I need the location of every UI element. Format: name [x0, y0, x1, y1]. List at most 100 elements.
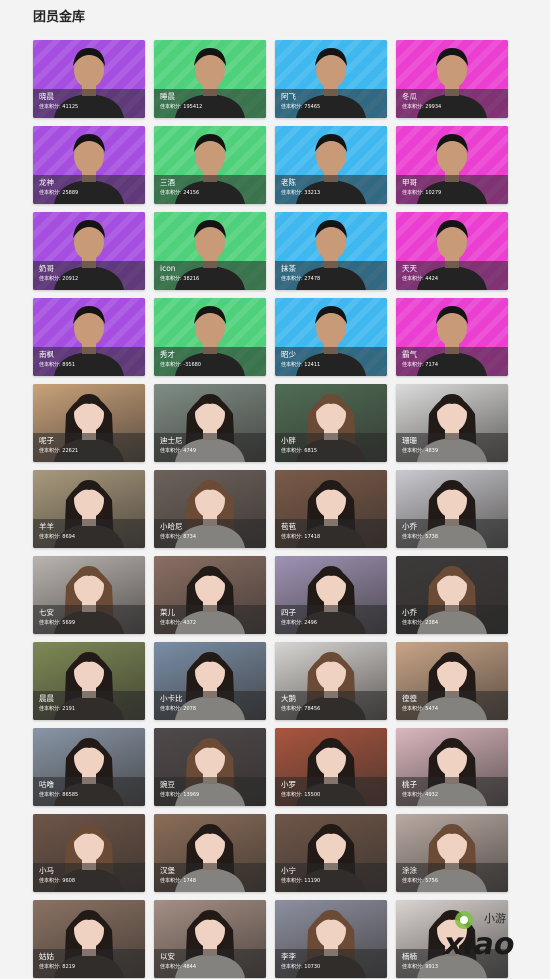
member-card[interactable]: 阿飞 佳本积分: 75465 [275, 40, 387, 118]
member-name: 苞苞 [281, 522, 296, 531]
card-caption: 小卡比 佳本积分: 2078 [154, 691, 266, 720]
member-name: 四子 [281, 608, 296, 617]
card-caption: 南枫 佳本积分: 8951 [33, 347, 145, 376]
member-card[interactable]: 三酒 佳本积分: 24156 [154, 126, 266, 204]
member-card[interactable]: 小哈尼 佳本积分: 8734 [154, 470, 266, 548]
member-name: 姑姑 [39, 952, 54, 961]
member-card[interactable]: 秀才 佳本积分: -31680 [154, 298, 266, 376]
member-card[interactable]: 以安 佳本积分: 4844 [154, 900, 266, 978]
member-card[interactable]: 李李 佳本积分: 10730 [275, 900, 387, 978]
member-card[interactable]: 晓晨 佳本积分: 41125 [33, 40, 145, 118]
member-name: 小卡比 [160, 694, 183, 703]
member-card[interactable]: 小马 佳本积分: 9608 [33, 814, 145, 892]
member-name: 呢子 [39, 436, 54, 445]
card-caption: 奶哥 佳本积分: 20912 [33, 261, 145, 290]
card-caption: 小马 佳本积分: 9608 [33, 863, 145, 892]
member-score: 佳本积分: 2496 [281, 620, 317, 626]
member-card[interactable]: 苞苞佳本积分: 17418 [275, 470, 387, 548]
member-name: 小胖 [281, 436, 296, 445]
member-name: 徨徨 [402, 694, 417, 703]
member-card[interactable]: 奶哥 佳本积分: 20912 [33, 212, 145, 290]
member-name: 以安 [160, 952, 175, 961]
member-score: 佳本积分: 5699 [39, 620, 75, 626]
member-card[interactable]: 豌豆 佳本积分: 13969 [154, 728, 266, 806]
member-card[interactable]: 南枫 佳本积分: 8951 [33, 298, 145, 376]
card-caption: 四子佳本积分: 2496 [275, 605, 387, 634]
member-card[interactable]: 汉堡佳本积分: 1748 [154, 814, 266, 892]
card-caption: 小哈尼 佳本积分: 8734 [154, 519, 266, 548]
member-card[interactable]: 龙神 佳本积分: 25889 [33, 126, 145, 204]
member-score: 佳本积分: 4839 [402, 448, 438, 454]
member-score: 佳本积分: 12411 [281, 362, 321, 368]
member-card[interactable]: 小乔 佳本积分: 2384 [396, 556, 508, 634]
member-card[interactable]: 冬瓜佳本积分: 29934 [396, 40, 508, 118]
member-card[interactable]: 珊珊 佳本积分: 4839 [396, 384, 508, 462]
member-score: 佳本积分: 41125 [39, 104, 79, 110]
member-card[interactable]: 睡晨佳本积分: 195412 [154, 40, 266, 118]
member-card[interactable]: 晨晨 佳本积分: 2191 [33, 642, 145, 720]
member-card[interactable]: 小罗 佳本积分: 15500 [275, 728, 387, 806]
member-score: 佳本积分: 38216 [160, 276, 200, 282]
member-card[interactable]: 菜儿 佳本积分: 4372 [154, 556, 266, 634]
card-caption: 霸气佳本积分: 7174 [396, 347, 508, 376]
member-card[interactable]: 天天 佳本积分: 4424 [396, 212, 508, 290]
member-name: 天天 [402, 264, 417, 273]
member-name: 睡晨 [160, 92, 175, 101]
member-name: 小罗 [281, 780, 296, 789]
member-score: 佳本积分: 8694 [39, 534, 75, 540]
card-caption: 睡晨佳本积分: 195412 [154, 89, 266, 118]
member-card[interactable]: 桃子 佳本积分: 4932 [396, 728, 508, 806]
card-caption: 小乔 佳本积分: 2384 [396, 605, 508, 634]
member-name: 汉堡 [160, 866, 175, 875]
member-score: 佳本积分: 33213 [281, 190, 321, 196]
member-card[interactable]: 霸气佳本积分: 7174 [396, 298, 508, 376]
member-card[interactable]: 徨徨 佳本积分: 5474 [396, 642, 508, 720]
member-card[interactable]: 小乔 佳本积分: 5738 [396, 470, 508, 548]
member-card[interactable]: 小胖 佳本积分: 6815 [275, 384, 387, 462]
member-card[interactable]: 老陈 佳本积分: 33213 [275, 126, 387, 204]
member-card[interactable]: 涂涂 佳本积分: 5756 [396, 814, 508, 892]
member-score: 佳本积分: 22621 [39, 448, 79, 454]
member-score: 佳本积分: -31680 [160, 362, 201, 368]
member-score: 佳本积分: 27478 [281, 276, 321, 282]
card-caption: 羊羊 佳本积分: 8694 [33, 519, 145, 548]
member-card[interactable]: 甲哥 佳本积分: 10279 [396, 126, 508, 204]
member-card[interactable]: 羊羊 佳本积分: 8694 [33, 470, 145, 548]
member-name: 七安 [39, 608, 54, 617]
member-score: 佳本积分: 17418 [281, 534, 321, 540]
member-card[interactable]: 呢子佳本积分: 22621 [33, 384, 145, 462]
card-caption: 昭少 佳本积分: 12411 [275, 347, 387, 376]
member-score: 佳本积分: 10279 [402, 190, 442, 196]
card-caption: 大鹅 佳本积分: 78456 [275, 691, 387, 720]
member-name: 豌豆 [160, 780, 175, 789]
member-score: 佳本积分: 29934 [402, 104, 442, 110]
member-card[interactable]: 昭少 佳本积分: 12411 [275, 298, 387, 376]
member-score: 佳本积分: 7174 [402, 362, 438, 368]
member-score: 佳本积分: 25889 [39, 190, 79, 196]
member-card[interactable]: 七安佳本积分: 5699 [33, 556, 145, 634]
member-score: 佳本积分: 1748 [160, 878, 196, 884]
member-grid: 晓晨 佳本积分: 41125 睡晨佳本积分: 195412 阿飞 佳本积分: 75465… [33, 40, 508, 978]
member-card[interactable]: 迪士尼 佳本积分: 4749 [154, 384, 266, 462]
member-card[interactable]: 姑姑 佳本积分: 8219 [33, 900, 145, 978]
watermark-sub: 小游 [484, 912, 506, 925]
member-card[interactable]: icon 佳本积分: 38216 [154, 212, 266, 290]
card-caption: 阿飞 佳本积分: 75465 [275, 89, 387, 118]
member-name: 霸气 [402, 350, 417, 359]
member-score: 佳本积分: 8951 [39, 362, 75, 368]
watermark-logo: 小游 xiao [442, 902, 522, 974]
card-caption: 呢子佳本积分: 22621 [33, 433, 145, 462]
member-card[interactable]: 大鹅 佳本积分: 78456 [275, 642, 387, 720]
member-score: 佳本积分: 2384 [402, 620, 438, 626]
member-score: 佳本积分: 195412 [160, 104, 203, 110]
member-card[interactable]: 四子佳本积分: 2496 [275, 556, 387, 634]
card-caption: 小乔 佳本积分: 5738 [396, 519, 508, 548]
member-card[interactable]: 咕噜 佳本积分: 86585 [33, 728, 145, 806]
card-caption: 甲哥 佳本积分: 10279 [396, 175, 508, 204]
watermark-text: xiao [442, 927, 515, 962]
member-card[interactable]: 抹茶 佳本积分: 27478 [275, 212, 387, 290]
member-card[interactable]: 小宁 佳本积分: 11190 [275, 814, 387, 892]
card-caption: 小罗 佳本积分: 15500 [275, 777, 387, 806]
member-name: 冬瓜 [402, 92, 417, 101]
member-card[interactable]: 小卡比 佳本积分: 2078 [154, 642, 266, 720]
